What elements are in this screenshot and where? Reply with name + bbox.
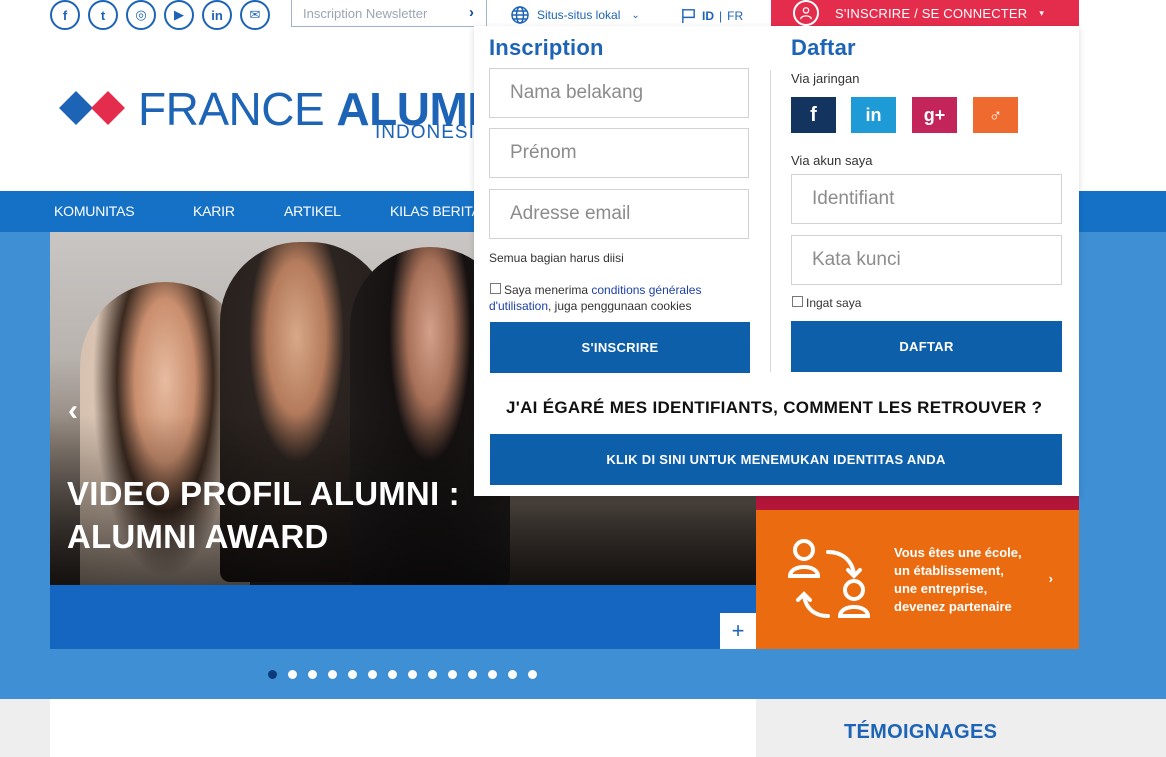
register-login-button[interactable]: S'INSCRIRE / SE CONNECTER ▾ [771, 0, 1079, 26]
last-name-input[interactable] [510, 82, 740, 104]
slider-dot[interactable] [468, 670, 477, 679]
newsletter-input[interactable] [303, 5, 463, 21]
slide-footer-bar [50, 585, 756, 649]
terms-link[interactable]: conditions générales [591, 283, 701, 297]
partner-cta[interactable]: Vous êtes une école, un établissement, u… [756, 510, 1079, 649]
slider-dot[interactable] [388, 670, 397, 679]
slider-dot[interactable] [448, 670, 457, 679]
first-name-field[interactable] [489, 128, 749, 178]
terms-checkbox[interactable] [490, 283, 501, 294]
slider-dots [268, 670, 537, 679]
terms-text-line2: d'utilisation, juga penggunaan cookies [489, 299, 692, 313]
register-login-label: S'INSCRIRE / SE CONNECTER [835, 5, 1028, 21]
chevron-down-icon: ⌄ [631, 9, 640, 21]
terms-link-2[interactable]: d'utilisation [489, 299, 548, 313]
slider-dot[interactable] [408, 670, 417, 679]
language-switcher: ID | FR [680, 7, 743, 24]
password-input[interactable] [812, 249, 1042, 271]
chevron-down-icon: ▾ [1039, 7, 1044, 18]
partner-people-icon [787, 539, 871, 618]
testimonials-title: TÉMOIGNAGES [844, 721, 998, 743]
mail-icon[interactable]: ✉ [240, 0, 270, 30]
slider-dot[interactable] [368, 670, 377, 679]
more-plus-button[interactable]: + [720, 613, 756, 649]
slider-prev-arrow[interactable]: ‹ [68, 394, 78, 428]
identifier-input[interactable] [812, 188, 1042, 210]
site-logo[interactable]: FRANCE ALUMNI INDONESIA [59, 82, 513, 143]
register-login-panel: Inscription Semua bagian harus diisi Say… [474, 26, 1079, 496]
slider-dot[interactable] [508, 670, 517, 679]
password-field[interactable] [791, 235, 1062, 285]
slider-dot[interactable] [488, 670, 497, 679]
social-links: f t ◎ ▶ in ✉ [50, 0, 270, 30]
local-sites-dropdown[interactable]: Situs-situs lokal ⌄ [510, 5, 640, 25]
nav-item-karir[interactable]: KARIR [193, 203, 235, 219]
googleplus-login-button[interactable]: g+ [912, 97, 957, 133]
last-name-field[interactable] [489, 68, 749, 118]
identifier-field[interactable] [791, 174, 1062, 224]
newsletter-field[interactable]: › [291, 0, 487, 27]
instagram-icon[interactable]: ◎ [126, 0, 156, 30]
chevron-right-icon[interactable]: › [1049, 571, 1053, 586]
login-title: Daftar [791, 35, 856, 60]
via-account-label: Via akun saya [791, 153, 873, 168]
slider-dot[interactable] [528, 670, 537, 679]
facebook-login-button[interactable]: f [791, 97, 836, 133]
register-title: Inscription [489, 35, 604, 60]
remember-me-label: Ingat saya [806, 296, 862, 310]
below-hero-section: TÉMOIGNAGES [0, 699, 1166, 757]
flag-icon [682, 8, 695, 24]
slider-dot[interactable] [268, 670, 277, 679]
panel-divider [770, 70, 771, 372]
globe-icon [511, 6, 529, 24]
slider-dot[interactable] [328, 670, 337, 679]
logo-diamonds [59, 89, 128, 129]
slider-dot[interactable] [308, 670, 317, 679]
register-submit-button[interactable]: S'INSCRIRE [490, 322, 750, 373]
linkedin-login-button[interactable]: in [851, 97, 896, 133]
lang-separator: | [719, 8, 723, 23]
linkedin-icon[interactable]: in [202, 0, 232, 30]
required-note: Semua bagian harus diisi [489, 251, 624, 265]
logo-country: INDONESIA [375, 122, 489, 143]
nav-item-komunitas[interactable]: KOMUNITAS [54, 203, 135, 219]
twitter-icon[interactable]: t [88, 0, 118, 30]
chevron-right-icon[interactable]: › [469, 4, 474, 21]
lost-credentials-title: J'AI ÉGARÉ MES IDENTIFIANTS, COMMENT LES… [506, 398, 1043, 417]
via-network-label: Via jaringan [791, 71, 860, 86]
nav-item-kilas-berita[interactable]: KILAS BERITA [390, 203, 481, 219]
youtube-icon[interactable]: ▶ [164, 0, 194, 30]
slide-caption[interactable]: VIDEO PROFIL ALUMNI : ALUMNI AWARD [67, 472, 487, 558]
content-card [50, 699, 756, 757]
email-input[interactable] [510, 203, 740, 225]
partner-cta-text: Vous êtes une école, un établissement, u… [894, 545, 1022, 614]
lang-fr-link[interactable]: FR [727, 9, 743, 23]
terms-text: Saya menerima conditions générales [504, 283, 702, 297]
remember-me-checkbox[interactable] [792, 296, 803, 307]
red-strip [756, 495, 1079, 510]
first-name-input[interactable] [510, 142, 740, 164]
slider-dot[interactable] [428, 670, 437, 679]
slider-dot[interactable] [288, 670, 297, 679]
lang-id-link[interactable]: ID [702, 9, 714, 23]
slider-dot[interactable] [348, 670, 357, 679]
local-sites-label: Situs-situs lokal [537, 8, 621, 22]
recover-identity-button[interactable]: KLIK DI SINI UNTUK MENEMUKAN IDENTITAS A… [490, 434, 1062, 485]
nav-item-artikel[interactable]: ARTIKEL [284, 203, 341, 219]
login-submit-button[interactable]: DAFTAR [791, 321, 1062, 372]
email-field[interactable] [489, 189, 749, 239]
viadeo-login-button[interactable]: ♂ [973, 97, 1018, 133]
user-icon [793, 0, 819, 26]
facebook-icon[interactable]: f [50, 0, 80, 30]
